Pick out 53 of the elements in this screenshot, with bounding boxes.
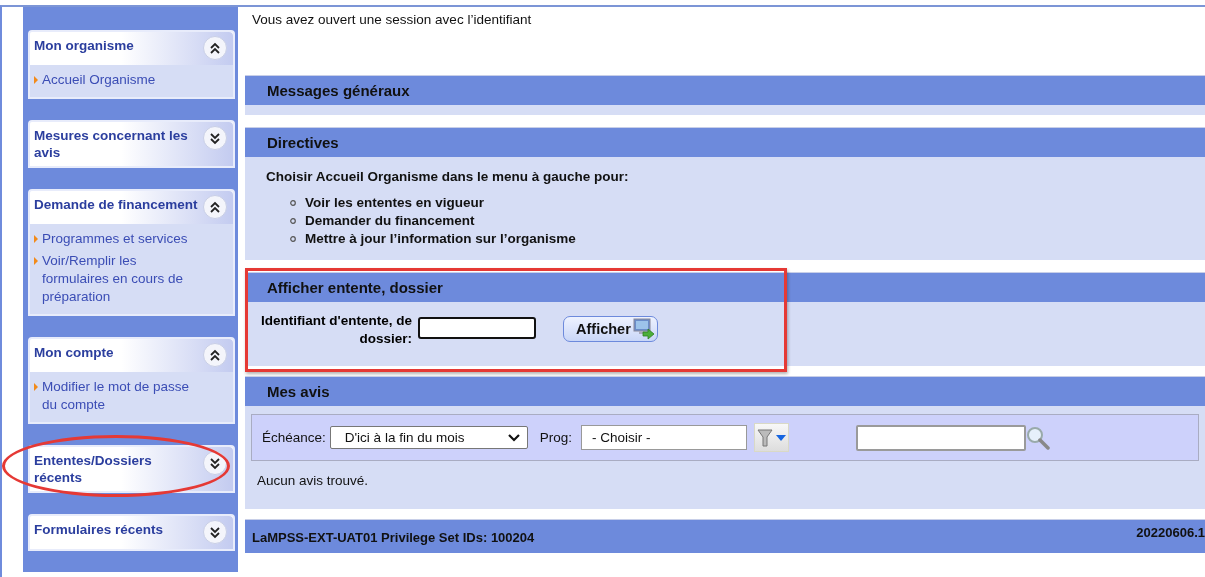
bullet-icon	[34, 235, 38, 243]
empty-message: Aucun avis trouvé.	[256, 472, 370, 490]
double-chevron-up-icon	[209, 348, 221, 362]
section-header: Directives	[245, 127, 1205, 157]
panel-title: Mon organisme	[34, 37, 135, 54]
list-item: Voir les ententes en vigueur	[305, 194, 485, 212]
bullet-icon	[34, 383, 38, 391]
bullet-icon	[290, 218, 296, 224]
bullet-icon	[34, 257, 38, 265]
collapse-button[interactable]	[203, 195, 227, 219]
panel-title: Mesures concernant les avis	[34, 127, 189, 161]
menu-link[interactable]: Voir/Remplir les formulaires en cours de préparation	[42, 252, 207, 306]
instruction-text: Choisir Accueil Organisme dans le menu à gauche pour:	[266, 169, 630, 184]
expand-button[interactable]	[203, 126, 227, 150]
double-chevron-down-icon	[209, 131, 221, 145]
section-header: Mes avis	[245, 376, 1205, 406]
bullet-icon	[290, 236, 296, 242]
collapse-button[interactable]	[203, 343, 227, 367]
filter-button[interactable]	[754, 423, 790, 452]
filter-label: Prog:	[539, 430, 573, 445]
chevron-down-icon	[506, 432, 521, 443]
panel-title: Demande de financement	[34, 196, 199, 213]
session-text: Vous avez ouvert une session avec l’identifiant	[251, 11, 533, 29]
menu-link[interactable]: Programmes et services	[42, 230, 188, 248]
expand-button[interactable]	[203, 520, 227, 544]
bullet-icon	[290, 200, 296, 206]
bullet-icon	[34, 76, 38, 84]
search-icon	[1026, 425, 1051, 450]
double-chevron-up-icon	[209, 200, 221, 214]
list-item: Mettre à jour l’information sur l’organisme	[305, 230, 576, 248]
expand-button[interactable]	[203, 451, 227, 475]
section-header: Afficher entente, dossier	[245, 272, 1205, 302]
dropdown-arrow-icon	[776, 434, 787, 441]
section-header: Messages généraux	[245, 75, 1205, 105]
list-item: Demander du financement	[305, 212, 475, 230]
program-field[interactable]: - Choisir -	[581, 425, 748, 450]
double-chevron-down-icon	[209, 525, 221, 539]
double-chevron-up-icon	[209, 41, 221, 55]
version-text: 20220606.1	[1136, 525, 1205, 540]
panel-title: Mon compte	[34, 344, 115, 361]
panel-title: Ententes/Dossiers récents	[34, 452, 153, 486]
id-input-field[interactable]	[418, 317, 536, 339]
search-field[interactable]	[856, 424, 1027, 451]
collapse-button[interactable]	[203, 36, 227, 60]
field-label: Identifiant d'entente, de dossier:	[260, 312, 412, 348]
monitor-arrow-icon	[632, 318, 655, 340]
filter-label: Échéance:	[262, 430, 326, 445]
deadline-dropdown[interactable]: D'ici à la fin du mois	[329, 426, 528, 449]
footer-text: LaMPSS-EXT-UAT01 Privilege Set IDs: 100204	[252, 530, 535, 545]
double-chevron-down-icon	[209, 456, 221, 470]
panel-title: Formulaires récents	[34, 521, 165, 538]
display-button[interactable]: Afficher	[563, 316, 658, 342]
funnel-icon	[757, 427, 774, 448]
